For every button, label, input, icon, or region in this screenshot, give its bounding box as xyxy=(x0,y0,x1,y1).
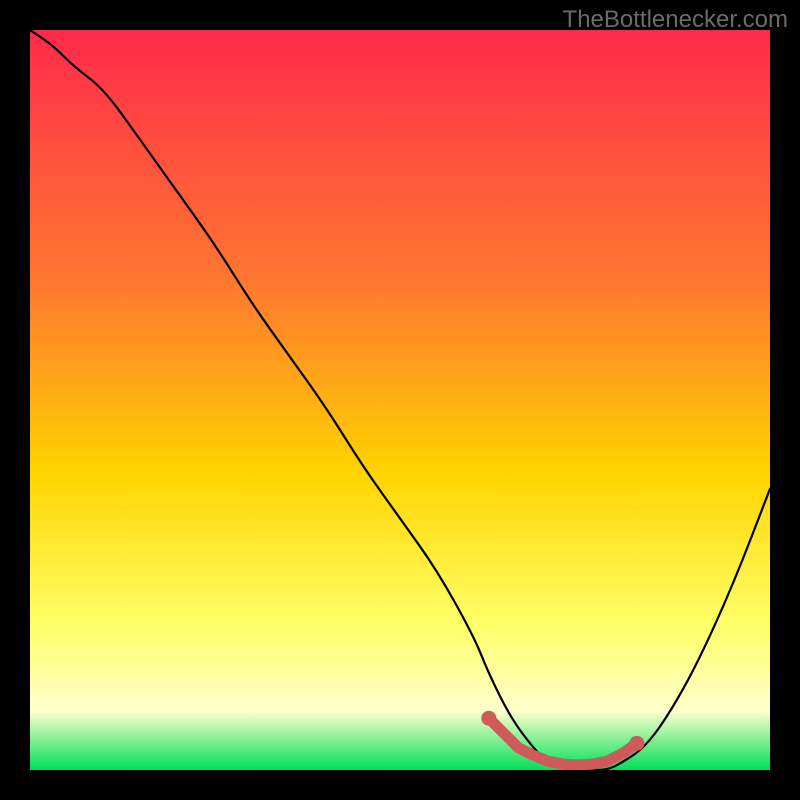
optimal-range-dot xyxy=(515,744,523,752)
optimal-range-dot xyxy=(603,757,611,765)
optimal-range-dot xyxy=(501,730,507,736)
plot-area xyxy=(30,30,770,770)
chart-frame: TheBottlenecker.com xyxy=(0,0,800,800)
optimal-range-dot xyxy=(544,757,552,765)
optimal-range-end xyxy=(629,736,644,751)
optimal-range-dot xyxy=(574,761,582,769)
optimal-range-end xyxy=(481,711,496,726)
optimal-range-dot xyxy=(560,761,566,767)
watermark-text: TheBottlenecker.com xyxy=(563,6,788,34)
optimal-range-dot xyxy=(530,752,536,758)
bottleneck-chart xyxy=(30,30,770,770)
optimal-range-dot xyxy=(619,751,625,757)
optimal-range-dot xyxy=(589,761,595,767)
